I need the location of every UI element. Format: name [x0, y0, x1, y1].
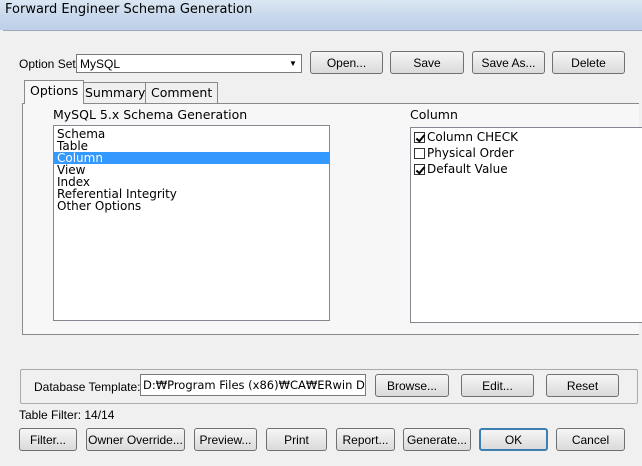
column-options-list: Column CHECK Physical Order Default Valu…: [410, 127, 642, 323]
generate-button[interactable]: Generate...: [403, 428, 471, 451]
generation-category-list[interactable]: Schema Table Column View Index Referenti…: [53, 125, 330, 321]
physical-order-option[interactable]: Physical Order: [411, 145, 642, 161]
save-as-button[interactable]: Save As...: [472, 51, 545, 74]
report-button[interactable]: Report...: [336, 428, 395, 451]
list-item-view[interactable]: View: [54, 164, 329, 176]
column-check-checkbox[interactable]: [414, 131, 425, 143]
tab-options[interactable]: Options: [24, 80, 85, 104]
database-template-label: Database Template:: [34, 380, 141, 394]
physical-order-label: Physical Order: [427, 146, 514, 160]
cancel-button[interactable]: Cancel: [556, 428, 625, 451]
default-value-label: Default Value: [427, 162, 508, 176]
column-check-option[interactable]: Column CHECK: [411, 129, 642, 145]
owner-override-button[interactable]: Owner Override...: [86, 428, 185, 451]
list-item-other-options[interactable]: Other Options: [54, 200, 329, 212]
option-set-dropdown[interactable]: MySQL ▼: [76, 54, 302, 73]
column-check-label: Column CHECK: [427, 130, 519, 144]
filter-button[interactable]: Filter...: [19, 428, 77, 451]
option-set-value: MySQL: [80, 57, 121, 71]
generation-label: MySQL 5.x Schema Generation: [53, 107, 248, 122]
list-item-schema[interactable]: Schema: [54, 128, 329, 140]
open-button[interactable]: Open...: [310, 51, 383, 74]
preview-button[interactable]: Preview...: [194, 428, 257, 451]
delete-button[interactable]: Delete: [552, 51, 625, 74]
table-filter-status: Table Filter: 14/14: [19, 408, 115, 422]
print-button[interactable]: Print: [266, 428, 327, 451]
window-title: Forward Engineer Schema Generation: [5, 2, 253, 17]
tab-comment[interactable]: Comment: [145, 82, 219, 103]
default-value-checkbox[interactable]: [414, 163, 425, 175]
title-bar: Forward Engineer Schema Generation: [0, 0, 642, 30]
edit-button[interactable]: Edit...: [461, 374, 534, 397]
tab-summary[interactable]: Summary: [79, 82, 152, 103]
physical-order-checkbox[interactable]: [414, 147, 425, 159]
ok-button[interactable]: OK: [479, 428, 548, 451]
column-options-label: Column: [410, 107, 458, 122]
reset-button[interactable]: Reset: [546, 374, 619, 397]
chevron-down-icon[interactable]: ▼: [285, 55, 301, 72]
list-item-column[interactable]: Column: [54, 152, 329, 164]
database-template-path-field[interactable]: D:₩Program Files (x86)₩CA₩ERwin Data Mo: [140, 374, 366, 396]
browse-button[interactable]: Browse...: [375, 374, 449, 397]
default-value-option[interactable]: Default Value: [411, 161, 642, 177]
save-button[interactable]: Save: [390, 51, 464, 74]
option-set-label: Option Set:: [19, 57, 80, 71]
